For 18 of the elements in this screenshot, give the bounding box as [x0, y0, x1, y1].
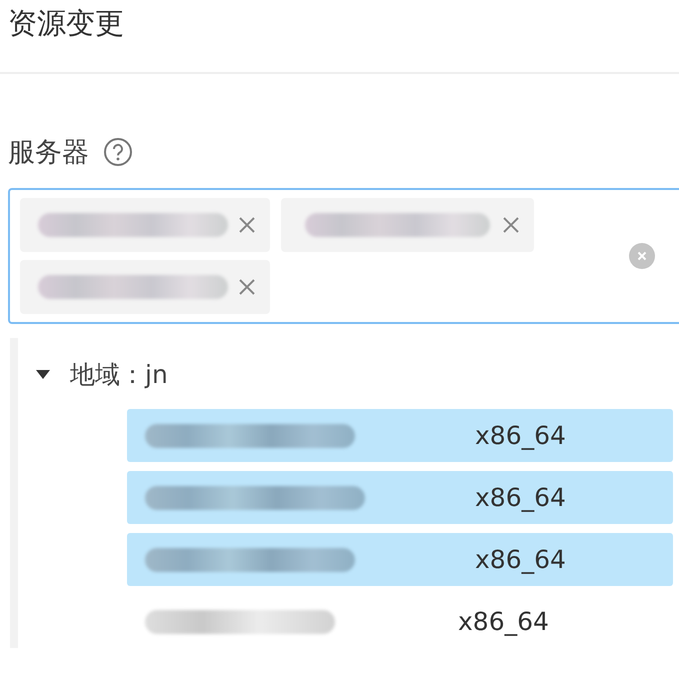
help-icon[interactable] — [103, 137, 133, 167]
server-option[interactable]: x86_64 — [127, 409, 673, 462]
architecture-text: x86_64 — [458, 607, 549, 636]
close-icon[interactable] — [502, 216, 520, 234]
server-option[interactable]: x86_64 — [127, 595, 673, 648]
architecture-text: x86_64 — [475, 421, 566, 450]
close-icon[interactable] — [238, 216, 256, 234]
server-select[interactable] — [8, 188, 679, 324]
architecture-text: x86_64 — [475, 545, 566, 574]
close-icon[interactable] — [238, 278, 256, 296]
server-option[interactable]: x86_64 — [127, 533, 673, 586]
caret-icon[interactable] — [36, 370, 50, 380]
group-label: 地域：jn — [70, 359, 168, 391]
page-title: 资源变更 — [0, 0, 679, 74]
clear-icon[interactable] — [629, 243, 655, 269]
architecture-text: x86_64 — [475, 483, 566, 512]
field-label: 服务器 — [8, 136, 89, 170]
server-option[interactable]: x86_64 — [127, 471, 673, 524]
